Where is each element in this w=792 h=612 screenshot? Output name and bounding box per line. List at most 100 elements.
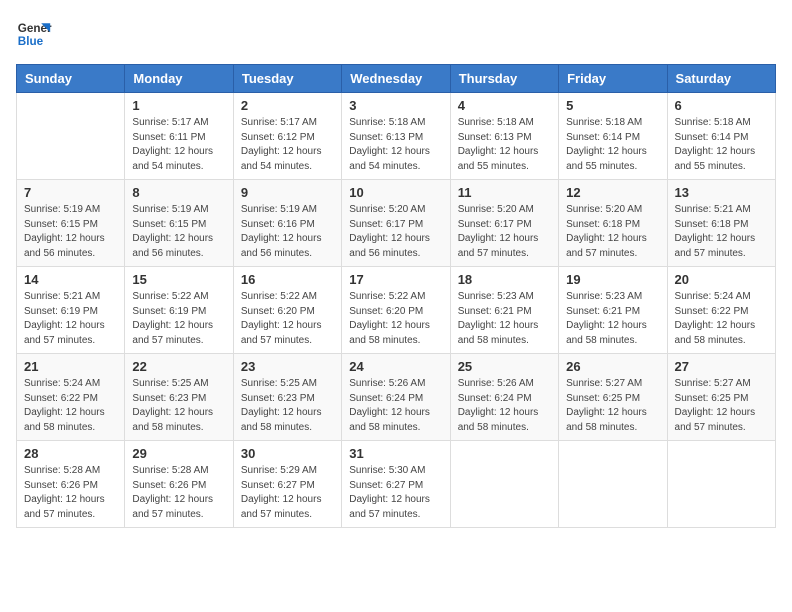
day-number: 11 bbox=[458, 185, 551, 200]
calendar-cell: 21 Sunrise: 5:24 AMSunset: 6:22 PMDayligh… bbox=[17, 354, 125, 441]
calendar-cell: 15 Sunrise: 5:22 AMSunset: 6:19 PMDayligh… bbox=[125, 267, 233, 354]
calendar-cell: 2Sunrise: 5:17 AMSunset: 6:12 PMDaylight… bbox=[233, 93, 341, 180]
week-row-2: 7 Sunrise: 5:19 AMSunset: 6:15 PMDaylight… bbox=[17, 180, 776, 267]
day-header-thursday: Thursday bbox=[450, 65, 558, 93]
day-info: Sunrise: 5:25 AMSunset: 6:23 PMDaylight:… bbox=[241, 377, 334, 435]
day-info: Sunrise: 5:18 AMSunset: 6:14 PMDaylight:… bbox=[675, 116, 768, 174]
calendar-cell: 25 Sunrise: 5:26 AMSunset: 6:24 PMDayligh… bbox=[450, 354, 558, 441]
day-header-sunday: Sunday bbox=[17, 65, 125, 93]
week-row-3: 14 Sunrise: 5:21 AMSunset: 6:19 PMDayligh… bbox=[17, 267, 776, 354]
day-number: 19 bbox=[566, 272, 659, 287]
week-row-5: 28 Sunrise: 5:28 AMSunset: 6:26 PMDayligh… bbox=[17, 441, 776, 528]
day-number: 9 bbox=[241, 185, 334, 200]
calendar-cell bbox=[17, 93, 125, 180]
day-number: 26 bbox=[566, 359, 659, 374]
day-number: 12 bbox=[566, 185, 659, 200]
day-info: Sunrise: 5:24 AMSunset: 6:22 PMDaylight:… bbox=[675, 290, 768, 348]
day-info: Sunrise: 5:24 AMSunset: 6:22 PMDaylight:… bbox=[24, 377, 117, 435]
calendar-cell: 31 Sunrise: 5:30 AMSunset: 6:27 PMDayligh… bbox=[342, 441, 450, 528]
calendar-cell: 1 Sunrise: 5:17 AMSunset: 6:11 PMDaylight… bbox=[125, 93, 233, 180]
day-info: Sunrise: 5:23 AMSunset: 6:21 PMDaylight:… bbox=[566, 290, 659, 348]
day-number: 22 bbox=[132, 359, 225, 374]
day-number: 2 bbox=[241, 98, 334, 113]
day-number: 25 bbox=[458, 359, 551, 374]
day-info: Sunrise: 5:26 AMSunset: 6:24 PMDaylight:… bbox=[349, 377, 442, 435]
day-info: Sunrise: 5:21 AMSunset: 6:18 PMDaylight:… bbox=[675, 203, 768, 261]
calendar-cell: 11 Sunrise: 5:20 AMSunset: 6:17 PMDayligh… bbox=[450, 180, 558, 267]
day-header-tuesday: Tuesday bbox=[233, 65, 341, 93]
calendar-cell bbox=[450, 441, 558, 528]
day-info: Sunrise: 5:26 AMSunset: 6:24 PMDaylight:… bbox=[458, 377, 551, 435]
calendar-cell: 13 Sunrise: 5:21 AMSunset: 6:18 PMDayligh… bbox=[667, 180, 775, 267]
day-number: 17 bbox=[349, 272, 442, 287]
day-number: 15 bbox=[132, 272, 225, 287]
day-info: Sunrise: 5:23 AMSunset: 6:21 PMDaylight:… bbox=[458, 290, 551, 348]
day-number: 29 bbox=[132, 446, 225, 461]
day-info: Sunrise: 5:21 AMSunset: 6:19 PMDaylight:… bbox=[24, 290, 117, 348]
logo: General Blue bbox=[16, 16, 52, 52]
day-info: Sunrise: 5:20 AMSunset: 6:17 PMDaylight:… bbox=[458, 203, 551, 261]
day-info: Sunrise: 5:18 AMSunset: 6:14 PMDaylight:… bbox=[566, 116, 659, 174]
calendar-cell: 30Sunrise: 5:29 AMSunset: 6:27 PMDayligh… bbox=[233, 441, 341, 528]
day-info: Sunrise: 5:25 AMSunset: 6:23 PMDaylight:… bbox=[132, 377, 225, 435]
calendar-cell: 6 Sunrise: 5:18 AMSunset: 6:14 PMDaylight… bbox=[667, 93, 775, 180]
day-number: 10 bbox=[349, 185, 442, 200]
calendar-cell: 28Sunrise: 5:28 AMSunset: 6:26 PMDayligh… bbox=[17, 441, 125, 528]
day-number: 31 bbox=[349, 446, 442, 461]
day-info: Sunrise: 5:19 AMSunset: 6:16 PMDaylight:… bbox=[241, 203, 334, 261]
calendar-table: SundayMondayTuesdayWednesdayThursdayFrid… bbox=[16, 64, 776, 528]
calendar-cell: 4 Sunrise: 5:18 AMSunset: 6:13 PMDaylight… bbox=[450, 93, 558, 180]
day-number: 8 bbox=[132, 185, 225, 200]
day-info: Sunrise: 5:30 AMSunset: 6:27 PMDaylight:… bbox=[349, 464, 442, 522]
day-info: Sunrise: 5:19 AMSunset: 6:15 PMDaylight:… bbox=[24, 203, 117, 261]
calendar-cell bbox=[667, 441, 775, 528]
week-row-1: 1 Sunrise: 5:17 AMSunset: 6:11 PMDaylight… bbox=[17, 93, 776, 180]
day-number: 1 bbox=[132, 98, 225, 113]
day-info: Sunrise: 5:20 AMSunset: 6:17 PMDaylight:… bbox=[349, 203, 442, 261]
calendar-cell: 23Sunrise: 5:25 AMSunset: 6:23 PMDayligh… bbox=[233, 354, 341, 441]
calendar-cell bbox=[559, 441, 667, 528]
day-number: 4 bbox=[458, 98, 551, 113]
day-number: 16 bbox=[241, 272, 334, 287]
calendar-cell: 14 Sunrise: 5:21 AMSunset: 6:19 PMDayligh… bbox=[17, 267, 125, 354]
day-number: 21 bbox=[24, 359, 117, 374]
day-info: Sunrise: 5:22 AMSunset: 6:20 PMDaylight:… bbox=[241, 290, 334, 348]
day-number: 3 bbox=[349, 98, 442, 113]
week-row-4: 21 Sunrise: 5:24 AMSunset: 6:22 PMDayligh… bbox=[17, 354, 776, 441]
day-info: Sunrise: 5:28 AMSunset: 6:26 PMDaylight:… bbox=[132, 464, 225, 522]
day-number: 13 bbox=[675, 185, 768, 200]
calendar-cell: 29 Sunrise: 5:28 AMSunset: 6:26 PMDayligh… bbox=[125, 441, 233, 528]
calendar-cell: 8Sunrise: 5:19 AMSunset: 6:15 PMDaylight… bbox=[125, 180, 233, 267]
day-info: Sunrise: 5:22 AMSunset: 6:19 PMDaylight:… bbox=[132, 290, 225, 348]
calendar-cell: 19 Sunrise: 5:23 AMSunset: 6:21 PMDayligh… bbox=[559, 267, 667, 354]
svg-text:Blue: Blue bbox=[18, 35, 44, 48]
day-number: 18 bbox=[458, 272, 551, 287]
calendar-cell: 3Sunrise: 5:18 AMSunset: 6:13 PMDaylight… bbox=[342, 93, 450, 180]
calendar-cell: 20Sunrise: 5:24 AMSunset: 6:22 PMDayligh… bbox=[667, 267, 775, 354]
calendar-cell: 24 Sunrise: 5:26 AMSunset: 6:24 PMDayligh… bbox=[342, 354, 450, 441]
page-header: General Blue bbox=[16, 16, 776, 52]
logo-icon: General Blue bbox=[16, 16, 52, 52]
day-header-saturday: Saturday bbox=[667, 65, 775, 93]
day-info: Sunrise: 5:17 AMSunset: 6:11 PMDaylight:… bbox=[132, 116, 225, 174]
calendar-cell: 9 Sunrise: 5:19 AMSunset: 6:16 PMDaylight… bbox=[233, 180, 341, 267]
day-header-friday: Friday bbox=[559, 65, 667, 93]
calendar-cell: 7 Sunrise: 5:19 AMSunset: 6:15 PMDaylight… bbox=[17, 180, 125, 267]
day-number: 14 bbox=[24, 272, 117, 287]
calendar-cell: 12 Sunrise: 5:20 AMSunset: 6:18 PMDayligh… bbox=[559, 180, 667, 267]
day-info: Sunrise: 5:20 AMSunset: 6:18 PMDaylight:… bbox=[566, 203, 659, 261]
calendar-cell: 10 Sunrise: 5:20 AMSunset: 6:17 PMDayligh… bbox=[342, 180, 450, 267]
day-number: 7 bbox=[24, 185, 117, 200]
day-number: 6 bbox=[675, 98, 768, 113]
calendar-cell: 22 Sunrise: 5:25 AMSunset: 6:23 PMDayligh… bbox=[125, 354, 233, 441]
day-info: Sunrise: 5:29 AMSunset: 6:27 PMDaylight:… bbox=[241, 464, 334, 522]
calendar-header-row: SundayMondayTuesdayWednesdayThursdayFrid… bbox=[17, 65, 776, 93]
day-info: Sunrise: 5:27 AMSunset: 6:25 PMDaylight:… bbox=[566, 377, 659, 435]
day-number: 28 bbox=[24, 446, 117, 461]
calendar-cell: 17 Sunrise: 5:22 AMSunset: 6:20 PMDayligh… bbox=[342, 267, 450, 354]
day-number: 24 bbox=[349, 359, 442, 374]
calendar-cell: 18 Sunrise: 5:23 AMSunset: 6:21 PMDayligh… bbox=[450, 267, 558, 354]
day-info: Sunrise: 5:22 AMSunset: 6:20 PMDaylight:… bbox=[349, 290, 442, 348]
day-header-wednesday: Wednesday bbox=[342, 65, 450, 93]
day-info: Sunrise: 5:18 AMSunset: 6:13 PMDaylight:… bbox=[458, 116, 551, 174]
